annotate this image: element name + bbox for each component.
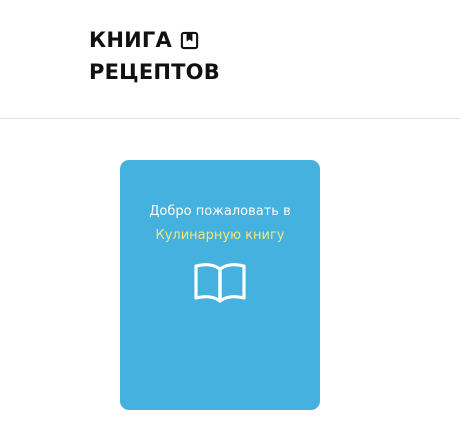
page: КНИГА РЕЦЕПТОВ Добро пожаловать в Кулина…: [0, 0, 460, 445]
open-book-icon: [194, 263, 246, 303]
welcome-accent-text: Кулинарную книгу: [155, 228, 285, 243]
welcome-message: Добро пожаловать в Кулинарную книгу: [120, 200, 320, 248]
welcome-text: Добро пожаловать в: [149, 204, 291, 219]
site-header: КНИГА РЕЦЕПТОВ: [0, 0, 460, 119]
logo-line-2: РЕЦЕПТОВ: [89, 56, 220, 88]
logo-title-word-1: КНИГА: [89, 28, 172, 52]
logo-line-1: КНИГА: [89, 24, 220, 56]
logo-title-word-2: РЕЦЕПТОВ: [89, 60, 220, 84]
welcome-card: Добро пожаловать в Кулинарную книгу: [120, 160, 320, 410]
logo-link[interactable]: КНИГА РЕЦЕПТОВ: [89, 24, 220, 88]
bookmark-icon: [180, 31, 199, 49]
